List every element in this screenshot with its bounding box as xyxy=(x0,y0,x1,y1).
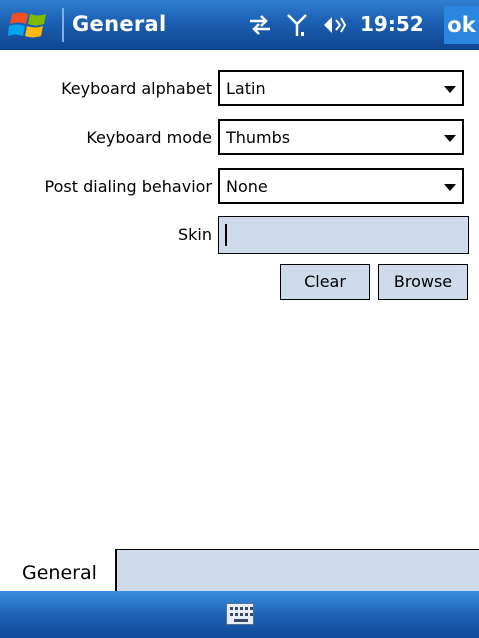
keyboard-mode-value: Thumbs xyxy=(226,128,291,147)
post-dialing-label: Post dialing behavior xyxy=(44,177,212,196)
volume-icon[interactable] xyxy=(322,12,348,38)
skin-row: Skin xyxy=(0,216,479,256)
keyboard-alphabet-label: Keyboard alphabet xyxy=(61,79,212,98)
keyboard-alphabet-row: Keyboard alphabet Latin xyxy=(0,70,479,110)
dropdown-arrow-icon[interactable] xyxy=(444,184,456,191)
text-caret xyxy=(225,224,227,246)
dropdown-arrow-icon[interactable] xyxy=(444,86,456,93)
post-dialing-value: None xyxy=(226,177,268,196)
keyboard-mode-row: Keyboard mode Thumbs xyxy=(0,119,479,159)
menu-bar xyxy=(0,591,479,638)
keyboard-icon[interactable] xyxy=(226,603,254,625)
tab-strip-background xyxy=(115,549,479,591)
keyboard-alphabet-dropdown[interactable]: Latin xyxy=(218,70,464,106)
title-separator xyxy=(62,8,64,42)
clock[interactable]: 19:52 xyxy=(360,12,424,36)
skin-label: Skin xyxy=(177,225,212,244)
signal-icon[interactable] xyxy=(285,12,311,38)
clear-button[interactable]: Clear xyxy=(280,264,370,300)
windows-start-icon[interactable] xyxy=(8,10,54,40)
tab-general[interactable]: General xyxy=(0,549,116,591)
title-bar: General 19:52 ok xyxy=(0,0,479,50)
keyboard-alphabet-value: Latin xyxy=(226,79,266,98)
dropdown-arrow-icon[interactable] xyxy=(444,135,456,142)
tab-bar: General xyxy=(0,549,479,591)
post-dialing-dropdown[interactable]: None xyxy=(218,168,464,204)
skin-input[interactable] xyxy=(218,216,469,254)
ok-button[interactable]: ok xyxy=(444,6,479,44)
keyboard-mode-dropdown[interactable]: Thumbs xyxy=(218,119,464,155)
post-dialing-row: Post dialing behavior None xyxy=(0,168,479,208)
browse-button[interactable]: Browse xyxy=(378,264,468,300)
keyboard-mode-label: Keyboard mode xyxy=(86,128,212,147)
page-title: General xyxy=(72,12,167,36)
connectivity-icon[interactable] xyxy=(247,12,273,38)
